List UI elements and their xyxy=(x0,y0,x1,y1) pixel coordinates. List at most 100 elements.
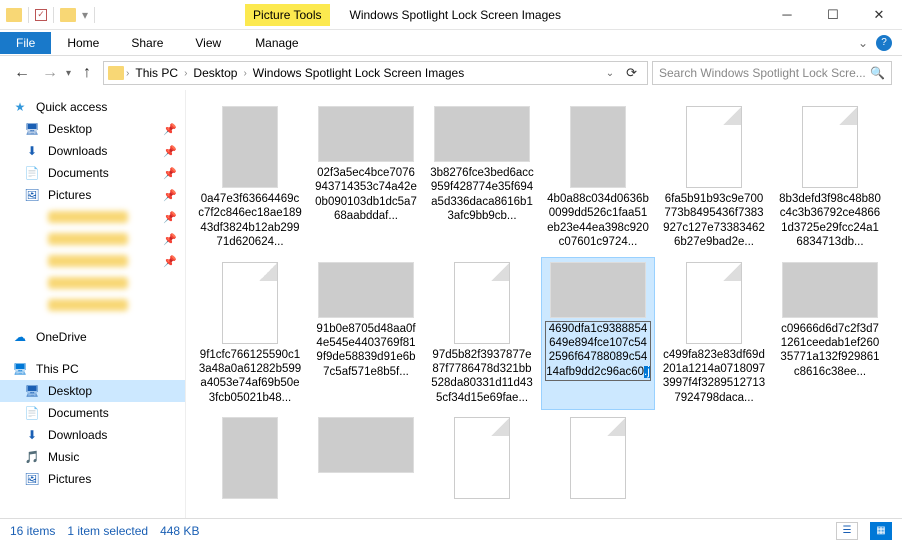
file-item[interactable]: 4b0a88c034d0636b0099dd526c1faa51eb23e44e… xyxy=(542,102,654,254)
sidebar-item-documents[interactable]: 📄Documents xyxy=(0,402,185,424)
pin-icon: 📌 xyxy=(163,145,177,158)
file-thumbnail xyxy=(454,417,510,499)
thumbnails-view-button[interactable]: ▦ xyxy=(870,522,892,540)
sidebar-item-pictures[interactable]: 🖼Pictures📌 xyxy=(0,184,185,206)
qat-dropdown-icon[interactable]: ▾ xyxy=(82,8,88,22)
file-item[interactable]: 4690dfa1c9388854649e894fce107c542596f647… xyxy=(542,258,654,410)
details-view-button[interactable]: ☰ xyxy=(836,522,858,540)
onedrive-label: OneDrive xyxy=(36,330,87,344)
file-item[interactable]: 9f1cfc766125590c13a48a0a61282b599a4053e7… xyxy=(194,258,306,410)
sidebar-item-redacted[interactable]: 📌 xyxy=(0,228,185,250)
search-icon[interactable]: 🔍 xyxy=(870,66,885,80)
file-thumbnail xyxy=(570,106,626,188)
sidebar-item-label: Downloads xyxy=(48,428,107,442)
pin-icon: 📌 xyxy=(163,255,177,268)
chevron-right-icon[interactable]: › xyxy=(243,68,246,79)
file-item[interactable]: 0a47e3f63664469cc7f2c846ec18ae18943df382… xyxy=(194,102,306,254)
sidebar-item-redacted[interactable] xyxy=(0,272,185,294)
file-thumbnail xyxy=(550,262,646,318)
pin-icon: 📌 xyxy=(163,167,177,180)
folder-icon xyxy=(108,66,124,80)
sidebar-item-desktop[interactable]: 🖥Desktop xyxy=(0,380,185,402)
minimize-button[interactable]: ─ xyxy=(764,0,810,30)
tab-home[interactable]: Home xyxy=(51,32,115,54)
tab-manage[interactable]: Manage xyxy=(239,32,314,54)
file-item[interactable]: 91b0e8705d48aa0f4e545e4403769f819f9de588… xyxy=(310,258,422,410)
address-bar[interactable]: › This PC › Desktop › Windows Spotlight … xyxy=(103,61,648,85)
quick-access-toolbar: ✓ ▾ xyxy=(0,7,105,23)
ribbon-tabs: File Home Share View Manage ⌄ ? xyxy=(0,30,902,56)
sidebar-item-label: Desktop xyxy=(48,384,92,398)
sidebar-item-music[interactable]: 🎵Music xyxy=(0,446,185,468)
back-button[interactable]: ← xyxy=(10,61,34,85)
file-name: 3b8276fce3bed6acc959f428774e35f694a5d336… xyxy=(430,166,534,224)
file-list[interactable]: 0a47e3f63664469cc7f2c846ec18ae18943df382… xyxy=(186,90,902,518)
quick-access-label: Quick access xyxy=(36,100,107,114)
close-button[interactable]: ✕ xyxy=(856,0,902,30)
this-pc-label: This PC xyxy=(36,362,79,376)
maximize-button[interactable]: ☐ xyxy=(810,0,856,30)
file-item[interactable]: 3b8276fce3bed6acc959f428774e35f694a5d336… xyxy=(426,102,538,254)
up-button[interactable]: ↑ xyxy=(75,61,99,85)
sidebar-item-desktop[interactable]: 🖥Desktop📌 xyxy=(0,118,185,140)
forward-button[interactable]: → xyxy=(38,61,62,85)
sidebar-item-pictures[interactable]: 🖼Pictures xyxy=(0,468,185,490)
address-dropdown-icon[interactable]: ⌄ xyxy=(602,68,618,79)
folder-icon[interactable] xyxy=(6,8,22,22)
desktop-icon: 🖥 xyxy=(24,121,40,137)
status-bar: 16 items 1 item selected 448 KB ☰ ▦ xyxy=(0,518,902,542)
breadcrumb-current[interactable]: Windows Spotlight Lock Screen Images xyxy=(249,66,468,80)
sidebar-item-label: Documents xyxy=(48,406,109,420)
chevron-right-icon[interactable]: › xyxy=(126,68,129,79)
documents-icon: 📄 xyxy=(24,165,40,181)
search-input[interactable]: Search Windows Spotlight Lock Scre... 🔍 xyxy=(652,61,892,85)
sidebar-this-pc[interactable]: 🖥 This PC xyxy=(0,358,185,380)
sidebar-quick-access[interactable]: ★ Quick access xyxy=(0,96,185,118)
file-tab[interactable]: File xyxy=(0,32,51,54)
sidebar-onedrive[interactable]: ☁ OneDrive xyxy=(0,326,185,348)
file-item[interactable]: 8b3defd3f98c48b80c4c3b36792ce48661d3725e… xyxy=(774,102,886,254)
file-thumbnail xyxy=(802,106,858,188)
refresh-icon[interactable]: ⟳ xyxy=(620,65,643,81)
sidebar-item-label: Music xyxy=(48,450,79,464)
file-item[interactable]: 6fa5b91b93c9e700773b8495436f7383927c127e… xyxy=(658,102,770,254)
sidebar-item-redacted[interactable]: 📌 xyxy=(0,206,185,228)
navigation-bar: ← → ▾ ↑ › This PC › Desktop › Windows Sp… xyxy=(0,56,902,90)
downloads-icon: ⬇ xyxy=(24,427,40,443)
tab-share[interactable]: Share xyxy=(115,32,179,54)
file-thumbnail xyxy=(434,106,530,162)
file-thumbnail xyxy=(318,106,414,162)
file-item[interactable] xyxy=(310,413,422,507)
properties-icon[interactable]: ✓ xyxy=(35,9,47,21)
file-item[interactable] xyxy=(542,413,654,507)
file-item[interactable]: 97d5b82f3937877e87f7786478d321bb528da803… xyxy=(426,258,538,410)
navigation-pane[interactable]: ★ Quick access 🖥Desktop📌⬇Downloads📌📄Docu… xyxy=(0,90,186,518)
new-folder-icon[interactable] xyxy=(60,8,76,22)
sidebar-item-documents[interactable]: 📄Documents📌 xyxy=(0,162,185,184)
file-item[interactable] xyxy=(426,413,538,507)
sidebar-item-redacted[interactable]: 📌 xyxy=(0,250,185,272)
tab-view[interactable]: View xyxy=(179,32,237,54)
file-item[interactable] xyxy=(194,413,306,507)
sidebar-item-downloads[interactable]: ⬇Downloads📌 xyxy=(0,140,185,162)
history-dropdown-icon[interactable]: ▾ xyxy=(66,68,71,79)
help-icon[interactable]: ? xyxy=(876,35,892,51)
file-thumbnail xyxy=(318,262,414,318)
file-item[interactable]: 02f3a5ec4bce7076943714353c74a42e0b090103… xyxy=(310,102,422,254)
file-item[interactable]: c499fa823e83df69d201a1214a07180973997f4f… xyxy=(658,258,770,410)
breadcrumb-desktop[interactable]: Desktop xyxy=(189,66,241,80)
cloud-icon: ☁ xyxy=(12,329,28,345)
sidebar-item-label: Pictures xyxy=(48,188,91,202)
sidebar-item-downloads[interactable]: ⬇ Downloads xyxy=(0,424,185,446)
pin-icon: 📌 xyxy=(163,233,177,246)
file-thumbnail xyxy=(454,262,510,344)
star-icon: ★ xyxy=(12,99,28,115)
file-name: 91b0e8705d48aa0f4e545e4403769f819f9de588… xyxy=(314,322,418,380)
selection-size: 448 KB xyxy=(160,524,199,538)
breadcrumb-this-pc[interactable]: This PC xyxy=(131,66,182,80)
file-item[interactable]: c09666d6d7c2f3d71261ceedab1ef26035771a13… xyxy=(774,258,886,410)
chevron-right-icon[interactable]: › xyxy=(184,68,187,79)
expand-ribbon-icon[interactable]: ⌄ xyxy=(850,36,876,50)
sidebar-item-redacted[interactable] xyxy=(0,294,185,316)
file-thumbnail xyxy=(222,262,278,344)
